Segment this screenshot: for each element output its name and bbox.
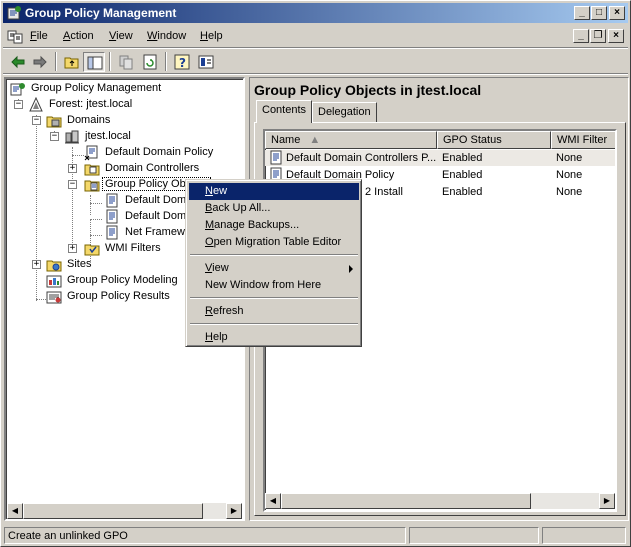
menu-file[interactable]: File [30,30,48,42]
show-action-pane-button[interactable] [195,52,217,72]
status-field-3 [542,527,626,544]
help-button[interactable]: ? [171,52,193,72]
svg-text:?: ? [179,56,186,70]
forward-arrow-icon [33,55,47,69]
column-header-wmi-filter[interactable]: WMI Filter [551,131,615,149]
ou-icon [84,164,100,176]
gpo-icon [106,225,118,240]
forest-icon [29,97,43,112]
tree-collapse-domains[interactable]: − [32,116,41,125]
menu-view[interactable]: View [109,30,133,42]
forward-button[interactable] [29,52,51,72]
up-folder-icon [64,57,79,69]
console-system-menu-icon[interactable] [7,28,23,44]
list-scroll-thumb[interactable] [281,493,531,509]
table-row[interactable]: Default Domain Controllers P... Enabled … [265,150,615,166]
ctx-menu-manage-backups[interactable]: Manage Backups... [189,217,359,234]
tab-delegation[interactable]: Delegation [312,102,377,122]
gpo-folder-icon [84,180,100,192]
ctx-menu-view[interactable]: View [189,260,359,277]
scroll-right-button[interactable]: ▶ [226,503,242,519]
list-scroll-right-button[interactable]: ▶ [599,493,615,509]
ctx-menu-new-window-from-here[interactable]: New Window from Here [189,277,359,294]
sites-icon [46,260,62,272]
back-button[interactable] [7,52,29,72]
modeling-icon [46,275,62,288]
sort-ascending-icon: ▲ [309,134,321,146]
gpo-icon [106,209,118,224]
close-button[interactable]: × [609,6,625,20]
refresh-icon [143,54,157,70]
tab-contents[interactable]: Contents [256,100,313,123]
results-icon [46,291,62,304]
title-bar[interactable]: Group Policy Management _ □ × [3,3,628,23]
child-minimize-button[interactable]: _ [573,29,589,43]
ctx-menu-open-migration-table-editor[interactable]: Open Migration Table Editor [189,234,359,251]
tree-collapse-forest[interactable]: − [14,100,23,109]
copy-icon [119,55,133,70]
tree-expand-wmi-filters[interactable]: + [68,244,77,253]
domains-icon [46,116,62,128]
list-horizontal-scrollbar[interactable]: ◀ ▶ [265,493,615,509]
status-field-2 [409,527,539,544]
ctx-menu-back-up-all[interactable]: Back Up All... [189,200,359,217]
ctx-menu-refresh[interactable]: Refresh [189,303,359,320]
child-restore-button[interactable]: ❐ [590,29,606,43]
gpo-link-icon [84,145,98,161]
wmi-folder-icon [84,244,100,256]
maximize-button[interactable]: □ [591,6,607,20]
window-title: Group Policy Management [25,6,177,20]
tree-expand-sites[interactable]: + [32,260,41,269]
ctx-menu-new[interactable]: New [189,183,359,200]
column-header-gpo-status[interactable]: GPO Status [437,131,551,149]
tree-expand-domain-controllers[interactable]: + [68,164,77,173]
back-arrow-icon [11,55,25,69]
minimize-button[interactable]: _ [574,6,590,20]
details-header: Group Policy Objects in jtest.local [254,82,482,98]
tree-collapse-domain[interactable]: − [50,132,59,141]
domain-icon [65,130,79,144]
menu-help[interactable]: Help [200,30,223,42]
properties-icon [198,55,214,69]
context-menu: New Back Up All... Manage Backups... Ope… [185,179,362,347]
console-tree-icon [87,56,103,70]
gpo-icon [270,150,282,165]
menu-bar: File Action View Window Help _ ❐ × [3,25,628,47]
delete-button[interactable] [115,52,137,72]
gpm-root-icon [10,83,25,96]
scroll-left-button[interactable]: ◀ [7,503,23,519]
status-bar: Create an unlinked GPO [3,525,628,545]
column-header-name[interactable]: Name ▲ [265,131,437,149]
menu-action[interactable]: Action [63,30,94,42]
gpm-app-icon [7,6,21,20]
status-text: Create an unlinked GPO [4,527,406,544]
toolbar: ? [3,49,628,73]
ctx-menu-help[interactable]: Help [189,329,359,346]
show-hide-tree-button[interactable] [83,52,105,72]
submenu-arrow-icon [349,265,353,273]
menu-window[interactable]: Window [147,30,186,42]
help-icon: ? [174,54,190,70]
gpo-icon [106,193,118,208]
scroll-thumb[interactable] [23,503,203,519]
tree-collapse-gpo-folder[interactable]: − [68,180,77,189]
up-one-level-button[interactable] [61,52,83,72]
tree-horizontal-scrollbar[interactable]: ◀ ▶ [7,503,242,519]
refresh-button[interactable] [139,52,161,72]
child-close-button[interactable]: × [608,29,624,43]
list-scroll-left-button[interactable]: ◀ [265,493,281,509]
